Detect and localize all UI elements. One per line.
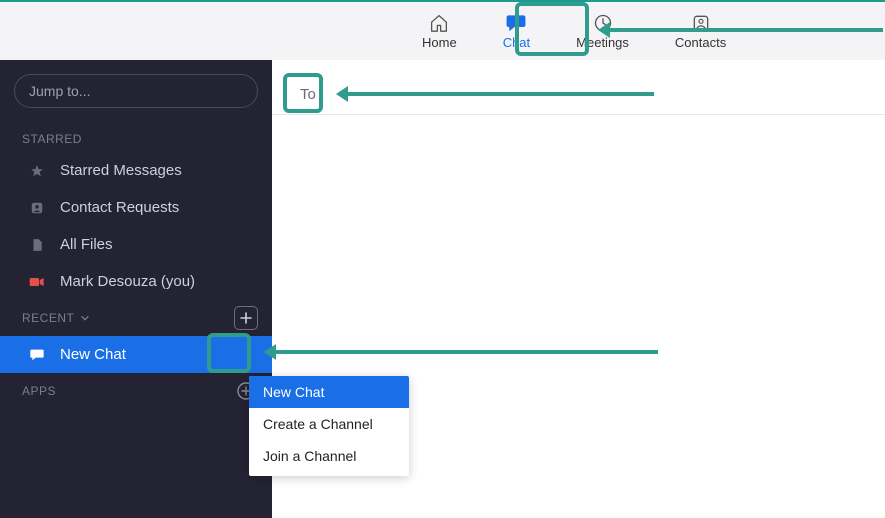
nav-meetings[interactable]: Meetings: [570, 9, 635, 54]
sidebar-item-label: All Files: [60, 236, 113, 253]
chat-icon: [505, 13, 527, 33]
sidebar-item-new-chat[interactable]: New Chat: [0, 336, 272, 373]
chat-bubble-icon: [28, 348, 46, 362]
annotation-arrow-plus: [274, 350, 658, 354]
compose-to-bar[interactable]: To: [272, 74, 885, 114]
plus-icon: [239, 311, 253, 325]
files-icon: [28, 238, 46, 252]
jump-to-input[interactable]: Jump to...: [14, 74, 258, 108]
sidebar-item-starred-messages[interactable]: Starred Messages: [0, 152, 272, 189]
sidebar-item-label: Mark Desouza (you): [60, 273, 195, 290]
star-icon: [28, 164, 46, 178]
sidebar-item-contact-requests[interactable]: Contact Requests: [0, 189, 272, 226]
nav-contacts-label: Contacts: [675, 35, 726, 50]
menu-item-create-channel[interactable]: Create a Channel: [249, 408, 409, 440]
sidebar-item-label: New Chat: [60, 346, 126, 363]
jump-to-placeholder: Jump to...: [29, 83, 90, 99]
section-recent-header[interactable]: RECENT: [0, 300, 272, 336]
contacts-icon: [690, 13, 712, 33]
section-starred-label: STARRED: [22, 132, 82, 146]
sidebar-item-self-contact[interactable]: Mark Desouza (you): [0, 263, 272, 300]
menu-item-new-chat[interactable]: New Chat: [249, 376, 409, 408]
sidebar-item-label: Starred Messages: [60, 162, 182, 179]
home-icon: [428, 13, 450, 33]
sidebar-item-all-files[interactable]: All Files: [0, 226, 272, 263]
section-recent-label: RECENT: [22, 311, 74, 325]
section-apps-header[interactable]: APPS: [0, 373, 272, 409]
contact-request-icon: [28, 201, 46, 215]
meetings-icon: [592, 13, 614, 33]
video-icon: [28, 276, 46, 288]
menu-item-join-channel[interactable]: Join a Channel: [249, 440, 409, 472]
top-nav: Home Chat Meetings Contacts: [0, 0, 885, 60]
nav-contacts[interactable]: Contacts: [669, 9, 732, 54]
nav-items: Home Chat Meetings Contacts: [416, 9, 732, 54]
nav-home-label: Home: [422, 35, 457, 50]
nav-home[interactable]: Home: [416, 9, 463, 54]
chevron-down-icon: [80, 311, 90, 325]
recent-context-menu: New Chat Create a Channel Join a Channel: [249, 376, 409, 476]
sidebar: Jump to... STARRED Starred Messages Cont…: [0, 60, 272, 518]
section-starred-header[interactable]: STARRED: [0, 126, 272, 152]
section-apps-label: APPS: [22, 384, 56, 398]
nav-meetings-label: Meetings: [576, 35, 629, 50]
divider: [272, 114, 885, 115]
sidebar-item-label: Contact Requests: [60, 199, 179, 216]
nav-chat-label: Chat: [503, 35, 530, 50]
nav-chat[interactable]: Chat: [497, 9, 536, 54]
add-recent-button[interactable]: [234, 306, 258, 330]
compose-to-label: To: [300, 86, 316, 103]
